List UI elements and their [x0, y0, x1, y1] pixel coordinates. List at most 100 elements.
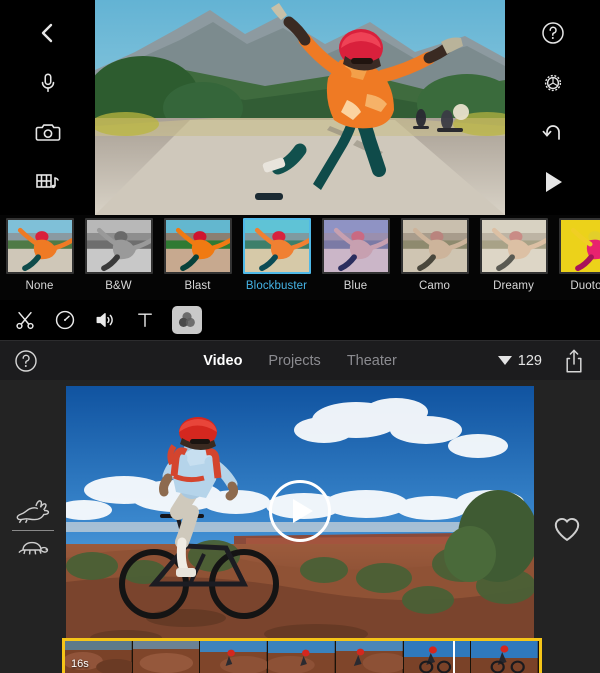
camera-button[interactable] [26, 112, 70, 152]
timeline-frame[interactable] [403, 641, 472, 673]
filter-item-duotone[interactable]: Duotone [553, 215, 600, 292]
tab-video[interactable]: Video [203, 353, 242, 369]
filter-label: Camo [418, 280, 451, 292]
filter-item-bw[interactable]: B&W [79, 215, 158, 292]
timeline-frame[interactable] [268, 641, 336, 673]
filter-label: Dreamy [493, 280, 534, 292]
question-circle-icon [541, 22, 564, 44]
filter-item-blockbuster[interactable]: Blockbuster [237, 215, 316, 292]
filter-thumbnail [242, 218, 311, 274]
play-button[interactable] [531, 162, 575, 202]
filters-tool[interactable] [172, 306, 202, 334]
editor-toolbar [0, 300, 600, 340]
audio-record-button[interactable] [26, 63, 70, 103]
help-button[interactable] [531, 13, 575, 53]
frame-thumb [403, 641, 471, 673]
filter-strip[interactable]: None B&W Blast Blockbuster Blue Camo Dre… [0, 215, 600, 300]
filter-thumbnail [479, 218, 548, 274]
filter-item-none[interactable]: None [0, 215, 79, 292]
frame-thumb [200, 641, 268, 673]
title-tool[interactable] [126, 303, 164, 337]
filter-label: Duotone [570, 280, 600, 292]
filter-thumbnail [163, 218, 232, 274]
scissors-icon [16, 311, 34, 330]
timeline-frame[interactable] [335, 641, 404, 673]
thumb-bw [86, 220, 151, 272]
play-overlay-button[interactable] [269, 479, 331, 542]
timeline-frame[interactable] [132, 641, 201, 673]
media-count-label: 129 [517, 352, 542, 369]
speed-control-group [12, 499, 54, 560]
undo-button[interactable] [531, 112, 575, 152]
settings-button[interactable] [531, 63, 575, 103]
frame-thumb [471, 641, 539, 673]
video-player[interactable] [66, 386, 534, 651]
speed-divider [12, 529, 54, 531]
chevron-left-icon [41, 23, 52, 43]
undo-arrow-icon [542, 125, 560, 141]
timeline-frame[interactable] [200, 641, 269, 673]
tab-projects[interactable]: Projects [268, 353, 320, 369]
filter-thumbnail [5, 218, 74, 274]
preview-image [95, 0, 505, 215]
filter-item-dreamy[interactable]: Dreamy [474, 215, 553, 292]
thumb-dreamy [481, 220, 546, 272]
tab-theater[interactable]: Theater [347, 353, 397, 369]
thumb-none [7, 220, 72, 272]
turtle-icon [18, 541, 49, 554]
play-triangle-icon [292, 498, 313, 523]
filter-label: Blue [343, 280, 368, 292]
media-add-button[interactable] [26, 162, 70, 202]
filter-thumbnail [321, 218, 390, 274]
thumb-duotone [560, 220, 600, 272]
share-button[interactable] [562, 348, 586, 374]
clip-duration-label: 16s [71, 658, 89, 670]
gear-icon [544, 74, 561, 91]
play-triangle-icon [545, 172, 562, 193]
frame-thumb [335, 641, 403, 673]
thumb-blockbuster [244, 220, 309, 272]
clip-timeline[interactable]: 16s [62, 638, 542, 673]
player-stage [66, 380, 534, 673]
speaker-icon [96, 313, 113, 327]
back-button[interactable] [26, 13, 70, 53]
nav-help-button[interactable] [14, 349, 38, 373]
heart-icon [554, 518, 580, 541]
text-t-icon [138, 313, 152, 327]
thumb-camo [402, 220, 467, 272]
camera-icon [35, 124, 60, 142]
filter-label: Blockbuster [245, 280, 308, 292]
filter-label: B&W [105, 280, 132, 292]
speed-tool[interactable] [46, 303, 84, 337]
filter-thumbnail [558, 218, 600, 274]
navigation-bar: Video Projects Theater 129 [0, 340, 600, 380]
speed-control[interactable] [0, 380, 66, 673]
filter-item-blue[interactable]: Blue [316, 215, 395, 292]
editor-right-rail [505, 0, 600, 215]
cut-tool[interactable] [6, 303, 44, 337]
editor-panel [0, 0, 600, 215]
microphone-icon [41, 73, 54, 92]
imovie-screen: None B&W Blast Blockbuster Blue Camo Dre… [0, 0, 600, 673]
filter-item-blast[interactable]: Blast [158, 215, 237, 292]
timeline-playhead[interactable] [452, 641, 455, 673]
timeline-frame[interactable]: 16s [65, 641, 133, 673]
film-music-icon [35, 174, 59, 189]
timeline-frame[interactable] [471, 641, 539, 673]
editor-preview[interactable] [95, 0, 505, 215]
media-count-dropdown[interactable]: 129 [497, 352, 542, 369]
thumb-blast [165, 220, 230, 272]
nav-tabs: Video Projects Theater [203, 353, 397, 369]
color-circles-icon [178, 312, 195, 327]
share-up-arrow-icon [566, 349, 582, 372]
chevron-down-icon [497, 356, 512, 365]
filter-item-camo[interactable]: Camo [395, 215, 474, 292]
rabbit-icon [16, 499, 50, 523]
filter-thumbnail [84, 218, 153, 274]
thumb-blue [323, 220, 388, 272]
volume-tool[interactable] [86, 303, 124, 337]
question-circle-icon [15, 349, 37, 372]
favorite-control[interactable] [534, 380, 600, 673]
filter-label: Blast [184, 280, 211, 292]
editor-left-rail [0, 0, 95, 215]
